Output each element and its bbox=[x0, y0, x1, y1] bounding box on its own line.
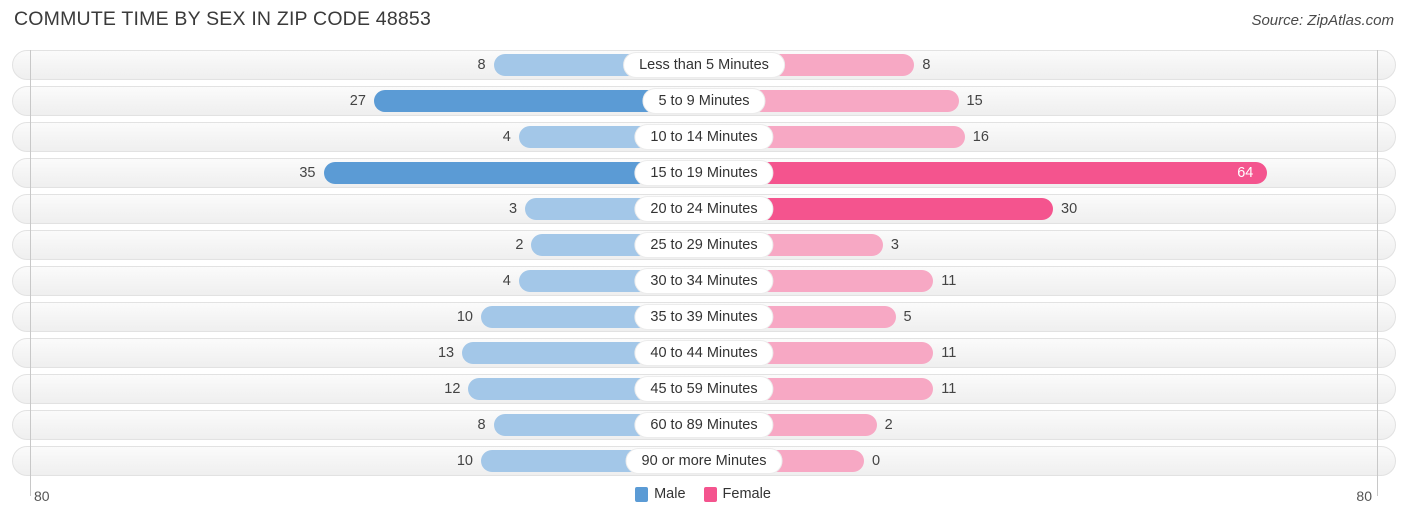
female-value-label: 30 bbox=[1061, 201, 1078, 217]
legend-swatch bbox=[635, 486, 649, 502]
female-value-label: 2 bbox=[884, 417, 893, 433]
female-value-label: 5 bbox=[903, 309, 912, 325]
category-label: 10 to 14 Minutes bbox=[634, 124, 774, 150]
bar-row[interactable]: 12 11 45 to 59 Minutes bbox=[12, 374, 1396, 404]
category-label: 60 to 89 Minutes bbox=[634, 412, 774, 438]
bar-row[interactable]: 10 5 35 to 39 Minutes bbox=[12, 302, 1396, 332]
bar-row[interactable]: 27 15 5 to 9 Minutes bbox=[12, 86, 1396, 116]
female-value-label: 16 bbox=[972, 129, 989, 145]
female-value-label: 64 bbox=[1237, 165, 1254, 181]
female-value-label: 8 bbox=[922, 57, 931, 73]
category-label: 30 to 34 Minutes bbox=[634, 268, 774, 294]
bar-row[interactable]: 2 3 25 to 29 Minutes bbox=[12, 230, 1396, 260]
male-value-label: 2 bbox=[515, 237, 524, 253]
category-label: 45 to 59 Minutes bbox=[634, 376, 774, 402]
chart-plot-area: 8 8 Less than 5 Minutes 27 15 5 to 9 Minutes 4… bbox=[12, 50, 1396, 496]
female-value-label: 15 bbox=[966, 93, 983, 109]
male-value-label: 4 bbox=[502, 129, 511, 145]
male-value-label: 10 bbox=[456, 309, 473, 325]
female-value-label: 0 bbox=[872, 453, 881, 469]
legend-item[interactable]: Female bbox=[703, 486, 771, 502]
female-value-label: 11 bbox=[941, 345, 957, 361]
bar-row[interactable]: 10 0 90 or more Minutes bbox=[12, 446, 1396, 476]
male-value-label: 3 bbox=[509, 201, 518, 217]
legend-label: Male bbox=[654, 486, 686, 502]
male-value-label: 8 bbox=[477, 417, 486, 433]
female-value-label: 11 bbox=[941, 273, 957, 289]
bar-row[interactable]: 4 16 10 to 14 Minutes bbox=[12, 122, 1396, 152]
legend-label: Female bbox=[722, 486, 771, 502]
male-value-label: 10 bbox=[456, 453, 473, 469]
male-value-label: 13 bbox=[437, 345, 455, 361]
legend-swatch bbox=[703, 486, 717, 502]
male-value-label: 12 bbox=[444, 381, 461, 397]
category-label: 90 or more Minutes bbox=[625, 448, 783, 474]
page-title: COMMUTE TIME BY SEX IN ZIP CODE 48853 bbox=[14, 8, 432, 30]
male-value-label: 8 bbox=[477, 57, 486, 73]
female-bar[interactable] bbox=[704, 162, 1268, 184]
source-attribution: Source: ZipAtlas.com bbox=[1251, 12, 1394, 29]
category-label: 25 to 29 Minutes bbox=[634, 232, 774, 258]
bar-row[interactable]: 13 11 40 to 44 Minutes bbox=[12, 338, 1396, 368]
male-value-label: 4 bbox=[502, 273, 511, 289]
bar-rows-container: 8 8 Less than 5 Minutes 27 15 5 to 9 Minutes 4… bbox=[12, 50, 1396, 476]
legend-item[interactable]: Male bbox=[635, 486, 686, 502]
bar-row[interactable]: 8 8 Less than 5 Minutes bbox=[12, 50, 1396, 80]
bar-row[interactable]: 3 30 20 to 24 Minutes bbox=[12, 194, 1396, 224]
bar-row[interactable]: 35 64 15 to 19 Minutes bbox=[12, 158, 1396, 188]
axis-line-left bbox=[30, 50, 31, 496]
axis-line-right bbox=[1377, 50, 1378, 496]
category-label: 40 to 44 Minutes bbox=[634, 340, 774, 366]
category-label: 20 to 24 Minutes bbox=[634, 196, 774, 222]
chart-page: COMMUTE TIME BY SEX IN ZIP CODE 48853 So… bbox=[0, 0, 1406, 523]
category-label: Less than 5 Minutes bbox=[623, 52, 785, 78]
bar-row[interactable]: 4 11 30 to 34 Minutes bbox=[12, 266, 1396, 296]
chart-legend: Male Female bbox=[0, 486, 1406, 502]
bar-row[interactable]: 8 2 60 to 89 Minutes bbox=[12, 410, 1396, 440]
male-value-label: 35 bbox=[299, 165, 316, 181]
female-value-label: 11 bbox=[941, 381, 957, 397]
male-value-label: 27 bbox=[349, 93, 366, 109]
category-label: 35 to 39 Minutes bbox=[634, 304, 774, 330]
female-value-label: 3 bbox=[890, 237, 899, 253]
category-label: 5 to 9 Minutes bbox=[642, 88, 766, 114]
category-label: 15 to 19 Minutes bbox=[634, 160, 774, 186]
